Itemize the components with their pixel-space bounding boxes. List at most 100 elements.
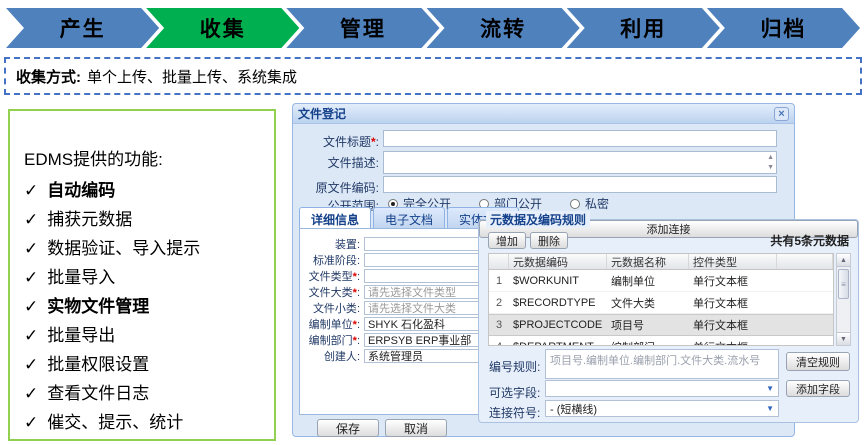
orig-code-input[interactable] xyxy=(383,176,777,193)
file-title-label: 文件标题*: xyxy=(299,133,379,150)
add-field-button[interactable]: 添加字段 xyxy=(786,380,850,397)
tab[interactable]: 详细信息 xyxy=(299,207,371,228)
cell-control-type: 单行文本框 xyxy=(689,315,777,335)
feature-item: ✓ 批量导入 xyxy=(24,263,268,292)
scrollbar-down-icon[interactable]: ▼ xyxy=(837,332,850,345)
cell-metadata-name: 编制部门 xyxy=(607,336,689,346)
clear-rule-button[interactable]: 清空规则 xyxy=(786,352,850,371)
connector-value: - (短横线) xyxy=(550,401,597,417)
cell-row-number: 3 xyxy=(489,315,509,335)
file-title-input[interactable] xyxy=(383,130,777,147)
feature-text: 捕获元数据 xyxy=(47,210,132,229)
feature-item: ✓ 实物文件管理 xyxy=(24,292,268,321)
field-label: 创建人*: xyxy=(300,348,360,364)
cell-row-number: 2 xyxy=(489,292,509,313)
process-step[interactable]: 利用 xyxy=(567,8,720,48)
collect-method-label: 收集方式: xyxy=(16,66,81,87)
table-row[interactable]: 1 $WORKUNIT 编制单位 单行文本框 xyxy=(489,270,833,292)
dialog-titlebar[interactable]: 文件登记 × xyxy=(293,104,794,124)
feature-item: ✓自动编码 xyxy=(24,176,268,205)
field-label: 编制部门*: xyxy=(300,332,360,348)
optional-field-label: 可选字段: xyxy=(489,384,540,401)
process-step-label: 管理 xyxy=(340,13,386,43)
table-row[interactable]: 3 $PROJECTCODE 项目号 单行文本框 xyxy=(489,314,833,336)
chevron-down-icon[interactable]: ▼ xyxy=(766,385,774,393)
delete-button[interactable]: 删除 xyxy=(530,232,568,249)
cell-metadata-name: 项目号 xyxy=(607,315,689,335)
tab-label: 详细信息 xyxy=(311,213,359,227)
add-button[interactable]: 增加 xyxy=(488,232,526,249)
cell-metadata-code: $WORKUNIT xyxy=(509,270,607,291)
process-step-label: 收集 xyxy=(200,13,246,43)
checkmark-icon: ✓ xyxy=(24,239,38,258)
chevron-down-icon[interactable]: ▼ xyxy=(766,405,774,413)
feature-text: 实物文件管理 xyxy=(47,297,149,316)
table-scrollbar[interactable]: ▲ ≡ ▼ xyxy=(836,253,851,346)
checkmark-icon: ✓ xyxy=(24,384,38,403)
radio-label: 私密 xyxy=(585,195,609,212)
scroll-up-icon[interactable]: ▲ xyxy=(767,154,774,161)
feature-text: 催交、提示、统计 xyxy=(47,413,183,432)
collect-method-box: 收集方式: 单个上传、批量上传、系统集成 xyxy=(4,57,862,95)
process-step-label: 归档 xyxy=(760,13,806,43)
rule-input[interactable]: 项目号.编制单位.编制部门.文件大类.流水号 xyxy=(545,349,779,379)
checkmark-icon: ✓ xyxy=(24,326,38,345)
feature-text: 查看文件日志 xyxy=(47,384,149,403)
checkmark-icon: ✓ xyxy=(24,268,38,287)
cell-blank xyxy=(777,336,833,346)
close-icon[interactable]: × xyxy=(774,107,789,121)
feature-item: ✓ 查看文件日志 xyxy=(24,379,268,408)
save-button[interactable]: 保存 xyxy=(317,419,379,437)
process-step[interactable]: 收集 xyxy=(146,8,299,48)
file-desc-label: 文件描述: xyxy=(299,154,379,171)
cell-metadata-code: $RECORDTYPE xyxy=(509,292,607,313)
metadata-count: 共有5条元数据 xyxy=(770,232,849,249)
panel-legend: 元数据及编码规则 xyxy=(486,211,590,228)
cell-blank xyxy=(777,292,833,313)
connector-label: 连接符号: xyxy=(489,404,540,421)
tab[interactable]: 电子文档 xyxy=(373,207,445,228)
table-row[interactable]: 2 $RECORDTYPE 文件大类 单行文本框 xyxy=(489,292,833,314)
process-step[interactable]: 管理 xyxy=(286,8,439,48)
metadata-toolbar: 增加 删除 共有5条元数据 xyxy=(488,232,849,249)
table-body: 1 $WORKUNIT 编制单位 单行文本框 2 $RECORDTYPE 文件大… xyxy=(489,270,833,346)
process-step[interactable]: 产生 xyxy=(6,8,159,48)
connector-select[interactable]: - (短横线) ▼ xyxy=(545,400,779,417)
table-row[interactable]: 4 $DEPARTMENT 编制部门 单行文本框 xyxy=(489,336,833,346)
feature-item: ✓批量导出 xyxy=(24,321,268,350)
feature-text: 批量导入 xyxy=(47,268,115,287)
col-metadata-name[interactable]: 元数据名称 xyxy=(607,254,689,269)
checkmark-icon: ✓ xyxy=(24,413,38,432)
cell-metadata-code: $DEPARTMENT xyxy=(509,336,607,346)
scrollbar-up-icon[interactable]: ▲ xyxy=(837,254,850,267)
feature-text: 自动编码 xyxy=(47,181,115,200)
feature-item: ✓ 批量权限设置 xyxy=(24,350,268,379)
feature-item: ✓ 催交、提示、统计 xyxy=(24,408,268,437)
scrollbar-thumb[interactable]: ≡ xyxy=(838,269,849,299)
feature-item: ✓数据验证、导入提示 xyxy=(24,234,268,263)
col-metadata-code[interactable]: 元数据编码 xyxy=(509,254,607,269)
metadata-rules-panel: 元数据及编码规则 增加 删除 共有5条元数据 元数据编码 元数据名称 控件类型 … xyxy=(478,219,859,423)
cancel-button[interactable]: 取消 xyxy=(385,419,447,437)
cell-row-number: 1 xyxy=(489,270,509,291)
process-step[interactable]: 流转 xyxy=(427,8,580,48)
radio-option[interactable]: 私密 xyxy=(570,195,609,212)
file-desc-textarea[interactable]: ▲ ▼ xyxy=(383,151,777,174)
field-label: 文件大类*: xyxy=(300,284,360,300)
cell-metadata-code: $PROJECTCODE xyxy=(509,315,607,335)
checkmark-icon: ✓ xyxy=(24,297,38,316)
orig-code-label: 原文件编码: xyxy=(299,179,379,196)
cell-control-type: 单行文本框 xyxy=(689,292,777,313)
scroll-down-icon[interactable]: ▼ xyxy=(767,164,774,171)
feature-text: 批量权限设置 xyxy=(47,355,149,374)
process-step[interactable]: 归档 xyxy=(707,8,860,48)
cell-metadata-name: 编制单位 xyxy=(607,270,689,291)
col-blank xyxy=(777,254,833,269)
cell-blank xyxy=(777,315,833,335)
checkmark-icon: ✓ xyxy=(24,355,38,374)
radio-icon xyxy=(570,199,580,209)
features-list: ✓自动编码 ✓捕获元数据 ✓数据验证、导入提示 ✓批量导入 ✓实物文件管理 ✓批… xyxy=(24,176,268,437)
optional-field-select[interactable]: ▼ xyxy=(545,380,779,397)
col-control-type[interactable]: 控件类型 xyxy=(689,254,777,269)
features-title: EDMS提供的功能: xyxy=(24,145,268,170)
